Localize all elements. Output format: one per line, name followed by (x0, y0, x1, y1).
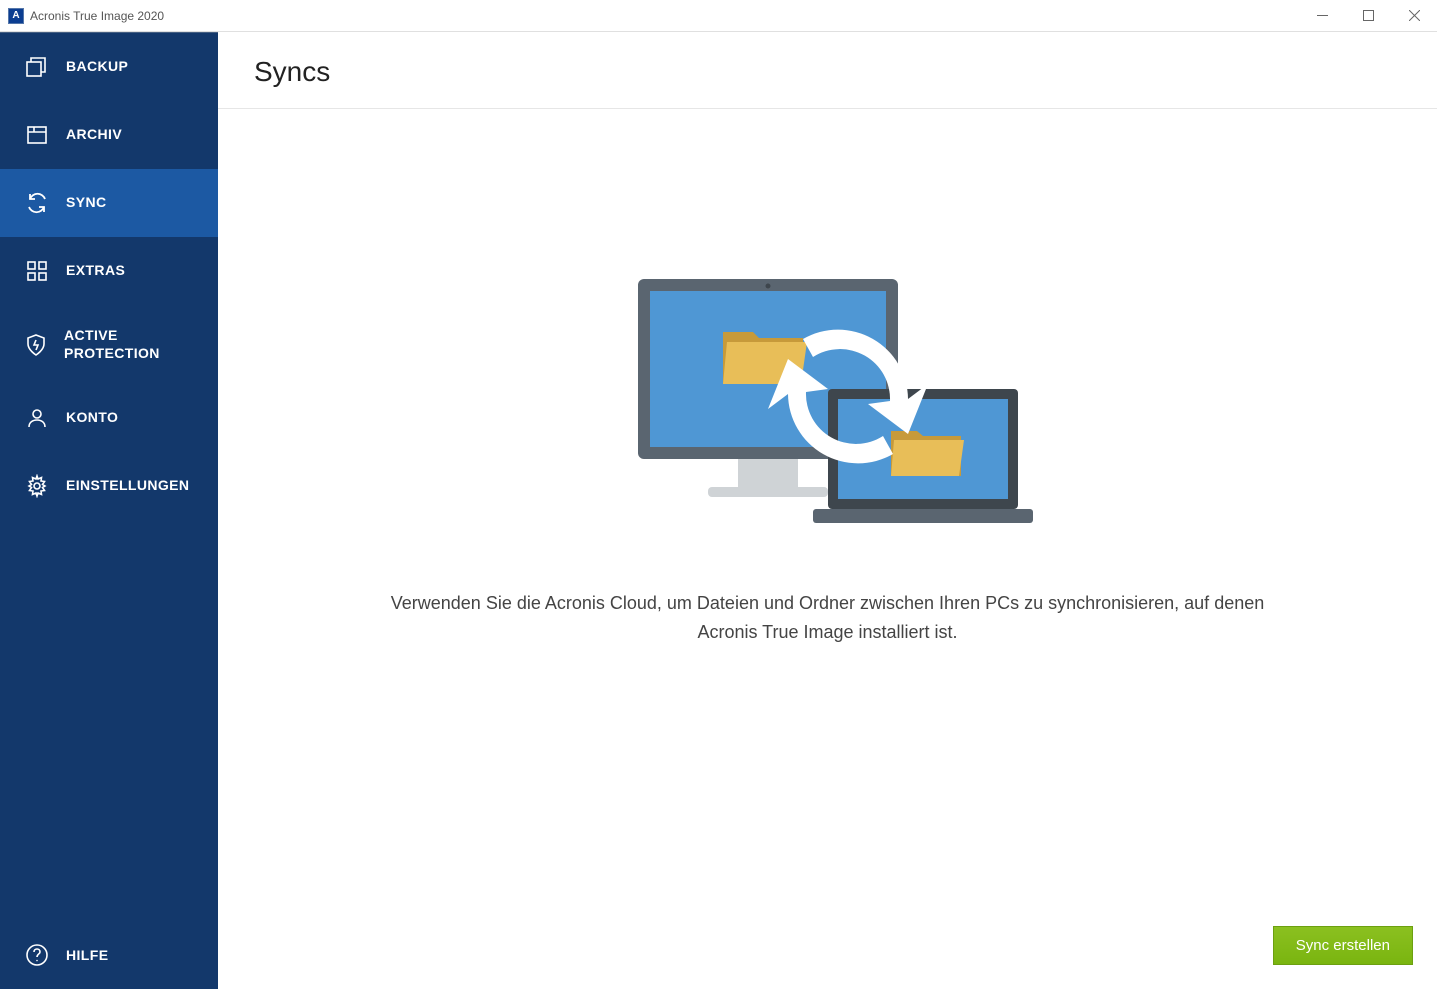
sidebar-item-label: BACKUP (66, 58, 128, 76)
sidebar-item-label: ARCHIV (66, 126, 122, 144)
minimize-button[interactable] (1299, 0, 1345, 31)
extras-icon (24, 259, 50, 283)
sidebar-item-extras[interactable]: EXTRAS (0, 237, 218, 305)
sidebar-item-help[interactable]: HILFE (0, 921, 218, 989)
window-title: Acronis True Image 2020 (30, 9, 164, 23)
shield-icon (24, 333, 48, 357)
archive-icon (24, 123, 50, 147)
sidebar-item-backup[interactable]: BACKUP (0, 33, 218, 101)
main-content: Syncs (218, 32, 1437, 989)
close-button[interactable] (1391, 0, 1437, 31)
sidebar: BACKUP ARCHIV (0, 32, 218, 989)
account-icon (24, 406, 50, 430)
titlebar: A Acronis True Image 2020 (0, 0, 1437, 32)
sidebar-item-sync[interactable]: SYNC (0, 169, 218, 237)
sidebar-item-active-protection[interactable]: ACTIVE PROTECTION (0, 305, 218, 384)
help-icon (24, 943, 50, 967)
sidebar-item-label: SYNC (66, 194, 107, 212)
gear-icon (24, 474, 50, 498)
sidebar-item-label: EINSTELLUNGEN (66, 477, 189, 495)
sidebar-item-label: KONTO (66, 409, 118, 427)
page-title: Syncs (254, 56, 1401, 88)
sync-description: Verwenden Sie die Acronis Cloud, um Date… (378, 589, 1278, 647)
sidebar-item-archive[interactable]: ARCHIV (0, 101, 218, 169)
sync-icon (24, 191, 50, 215)
sidebar-item-account[interactable]: KONTO (0, 384, 218, 452)
app-icon: A (8, 8, 24, 24)
sync-illustration (618, 269, 1038, 529)
create-sync-button[interactable]: Sync erstellen (1273, 926, 1413, 965)
sidebar-item-label: HILFE (66, 947, 108, 963)
window-controls (1299, 0, 1437, 31)
sidebar-item-label: EXTRAS (66, 262, 125, 280)
main-header: Syncs (218, 32, 1437, 109)
maximize-button[interactable] (1345, 0, 1391, 31)
sidebar-item-label: ACTIVE PROTECTION (64, 327, 198, 362)
sidebar-item-settings[interactable]: EINSTELLUNGEN (0, 452, 218, 520)
backup-icon (24, 55, 50, 79)
